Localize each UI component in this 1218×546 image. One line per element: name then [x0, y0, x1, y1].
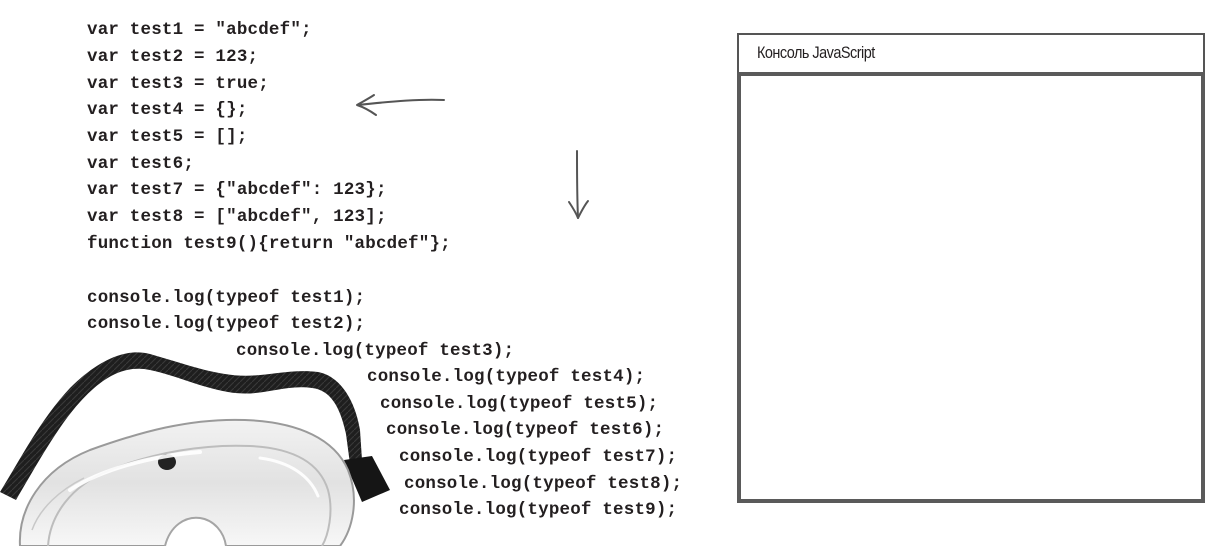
code-line-log-7: console.log(typeof test7); [399, 447, 678, 467]
code-line-log-8: console.log(typeof test8); [404, 474, 683, 494]
code-line-decl-7: var test7 = {"abcdef": 123}; [87, 180, 387, 200]
code-line-log-5: console.log(typeof test5); [380, 394, 659, 414]
code-line-log-3: console.log(typeof test3); [236, 341, 515, 361]
hand-drawn-arrow-down-icon [568, 150, 589, 219]
code-line-log-9: console.log(typeof test9); [399, 500, 678, 520]
code-line-decl-6: var test6; [87, 154, 195, 174]
code-line-decl-4: var test4 = {}; [87, 100, 248, 120]
code-line-log-2: console.log(typeof test2); [87, 314, 366, 334]
code-line-decl-8: var test8 = ["abcdef", 123]; [87, 207, 387, 227]
code-line-log-4: console.log(typeof test4); [367, 367, 646, 387]
code-line-decl-9: function test9(){return "abcdef"}; [87, 234, 451, 254]
code-line-decl-5: var test5 = []; [87, 127, 248, 147]
safety-goggles-image [0, 352, 390, 546]
console-output-area[interactable] [737, 72, 1205, 503]
hand-drawn-arrow-left-icon [356, 94, 445, 116]
javascript-console: Консоль JavaScript [737, 33, 1205, 503]
code-line-log-1: console.log(typeof test1); [87, 288, 366, 308]
code-line-decl-2: var test2 = 123; [87, 47, 259, 67]
console-titlebar: Консоль JavaScript [737, 33, 1205, 74]
code-line-decl-1: var test1 = "abcdef"; [87, 20, 312, 40]
code-line-log-6: console.log(typeof test6); [386, 420, 665, 440]
code-line-decl-3: var test3 = true; [87, 74, 269, 94]
console-title: Консоль JavaScript [757, 43, 875, 62]
